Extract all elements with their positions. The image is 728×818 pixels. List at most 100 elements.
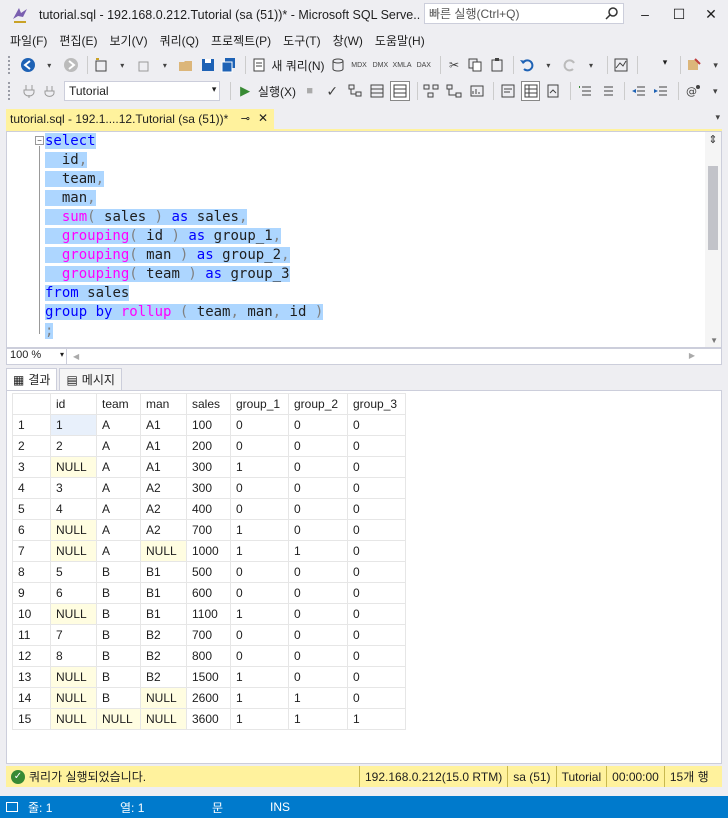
toolbar-overflow-icon[interactable]: ▾: [706, 81, 726, 101]
table-row[interactable]: 5 4 A A2 400 0 0 0: [12, 498, 406, 520]
grid-cell[interactable]: 1: [288, 540, 348, 562]
grid-cell[interactable]: B: [96, 582, 141, 604]
query-editor[interactable]: − select id, team, man, sum( sales ) as …: [6, 131, 722, 348]
solution-config-dropdown[interactable]: ▾: [642, 55, 670, 75]
dropdown-arrow-icon[interactable]: ▾: [539, 55, 557, 75]
table-row[interactable]: 12 8 B B2 800 0 0 0: [12, 645, 406, 667]
grid-cell[interactable]: 0: [230, 561, 289, 583]
grid-cell[interactable]: A: [96, 519, 141, 541]
grid-cell[interactable]: 400: [186, 498, 231, 520]
row-number[interactable]: 15: [12, 708, 51, 730]
dropdown-arrow-icon[interactable]: ▾: [40, 55, 58, 75]
decrease-indent-icon[interactable]: [629, 81, 649, 101]
grid-cell[interactable]: NULL: [50, 708, 97, 730]
dropdown-arrow-icon[interactable]: ▾: [113, 55, 131, 75]
maximize-button[interactable]: ☐: [662, 0, 696, 28]
toolbar-grip[interactable]: [8, 82, 13, 100]
grid-cell[interactable]: 1: [230, 603, 289, 625]
table-row[interactable]: 14 NULL B NULL 2600 1 1 0: [12, 687, 406, 709]
row-number[interactable]: 5: [12, 498, 51, 520]
grid-cell[interactable]: 1100: [186, 603, 231, 625]
save-all-icon[interactable]: [220, 55, 238, 75]
grid-cell[interactable]: 1: [230, 687, 289, 709]
row-number-header[interactable]: [12, 393, 51, 415]
grid-cell[interactable]: A2: [140, 519, 187, 541]
grid-cell[interactable]: B: [96, 687, 141, 709]
grid-cell[interactable]: 700: [186, 624, 231, 646]
grid-cell[interactable]: 0: [230, 498, 289, 520]
row-number[interactable]: 7: [12, 540, 51, 562]
grid-cell[interactable]: 1500: [186, 666, 231, 688]
grid-cell[interactable]: 1: [230, 456, 289, 478]
menu-project[interactable]: 프로젝트(P): [205, 32, 277, 49]
table-row[interactable]: 1 1 A A1 100 0 0 0: [12, 414, 406, 436]
table-row[interactable]: 6 NULL A A2 700 1 0 0: [12, 519, 406, 541]
add-item-icon[interactable]: [134, 55, 152, 75]
grid-cell[interactable]: NULL: [140, 687, 187, 709]
results-to-file-icon[interactable]: [543, 81, 563, 101]
activity-monitor-icon[interactable]: [612, 55, 630, 75]
grid-cell[interactable]: B2: [140, 666, 187, 688]
collapse-icon[interactable]: −: [35, 136, 44, 145]
new-query-icon[interactable]: [250, 55, 268, 75]
grid-cell[interactable]: 100: [186, 414, 231, 436]
grid-cell[interactable]: 0: [347, 519, 406, 541]
grid-cell[interactable]: 7: [50, 624, 97, 646]
grid-cell[interactable]: 0: [288, 414, 348, 436]
results-grid[interactable]: id team man sales group_1 group_2 group_…: [6, 390, 722, 764]
grid-cell[interactable]: 0: [347, 666, 406, 688]
connect-icon[interactable]: [19, 81, 39, 101]
table-row[interactable]: 13 NULL B B2 1500 1 0 0: [12, 666, 406, 688]
table-row[interactable]: 4 3 A A2 300 0 0 0: [12, 477, 406, 499]
grid-cell[interactable]: 0: [288, 645, 348, 667]
grid-cell[interactable]: 700: [186, 519, 231, 541]
database-engine-query-icon[interactable]: [329, 55, 347, 75]
grid-cell[interactable]: 0: [347, 582, 406, 604]
grid-cell[interactable]: 0: [230, 435, 289, 457]
comment-out-icon[interactable]: [575, 81, 595, 101]
scroll-right-icon[interactable]: ▶: [689, 351, 695, 360]
include-actual-plan-icon[interactable]: [422, 81, 442, 101]
new-project-icon[interactable]: [92, 55, 110, 75]
toolbar-grip[interactable]: [8, 56, 13, 74]
cancel-query-icon[interactable]: ■: [300, 81, 320, 101]
grid-cell[interactable]: 6: [50, 582, 97, 604]
table-row[interactable]: 15 NULL NULL NULL 3600 1 1 1: [12, 708, 406, 730]
grid-cell[interactable]: NULL: [140, 540, 187, 562]
grid-cell[interactable]: NULL: [50, 540, 97, 562]
table-row[interactable]: 2 2 A A1 200 0 0 0: [12, 435, 406, 457]
grid-cell[interactable]: 0: [288, 477, 348, 499]
grid-cell[interactable]: 3: [50, 477, 97, 499]
scroll-down-icon[interactable]: ▼: [710, 336, 718, 345]
minimize-button[interactable]: –: [628, 0, 662, 28]
grid-cell[interactable]: 0: [347, 435, 406, 457]
grid-cell[interactable]: 2600: [186, 687, 231, 709]
grid-cell[interactable]: 0: [288, 561, 348, 583]
grid-cell[interactable]: NULL: [140, 708, 187, 730]
grid-cell[interactable]: 1: [230, 540, 289, 562]
results-table[interactable]: id team man sales group_1 group_2 group_…: [12, 393, 406, 730]
menu-file[interactable]: 파일(F): [4, 32, 53, 49]
grid-cell[interactable]: 5: [50, 561, 97, 583]
grid-cell[interactable]: NULL: [50, 456, 97, 478]
table-row[interactable]: 3 NULL A A1 300 1 0 0: [12, 456, 406, 478]
available-databases-dropdown[interactable]: Tutorial ▾: [64, 81, 221, 101]
grid-cell[interactable]: B1: [140, 582, 187, 604]
row-number[interactable]: 10: [12, 603, 51, 625]
row-number[interactable]: 13: [12, 666, 51, 688]
grid-cell[interactable]: 500: [186, 561, 231, 583]
sql-code[interactable]: select id, team, man, sum( sales ) as sa…: [45, 132, 324, 341]
change-connection-icon[interactable]: [41, 81, 61, 101]
grid-cell[interactable]: B1: [140, 603, 187, 625]
grid-cell[interactable]: 0: [347, 603, 406, 625]
execute-icon[interactable]: ▶: [235, 81, 255, 101]
grid-cell[interactable]: 0: [288, 666, 348, 688]
grid-cell[interactable]: 300: [186, 456, 231, 478]
grid-cell[interactable]: B: [96, 645, 141, 667]
grid-cell[interactable]: 0: [347, 414, 406, 436]
scroll-left-icon[interactable]: ◀: [73, 352, 79, 361]
row-number[interactable]: 14: [12, 687, 51, 709]
execute-button[interactable]: 실행(X): [258, 83, 296, 100]
grid-cell[interactable]: 800: [186, 645, 231, 667]
grid-cell[interactable]: 3600: [186, 708, 231, 730]
